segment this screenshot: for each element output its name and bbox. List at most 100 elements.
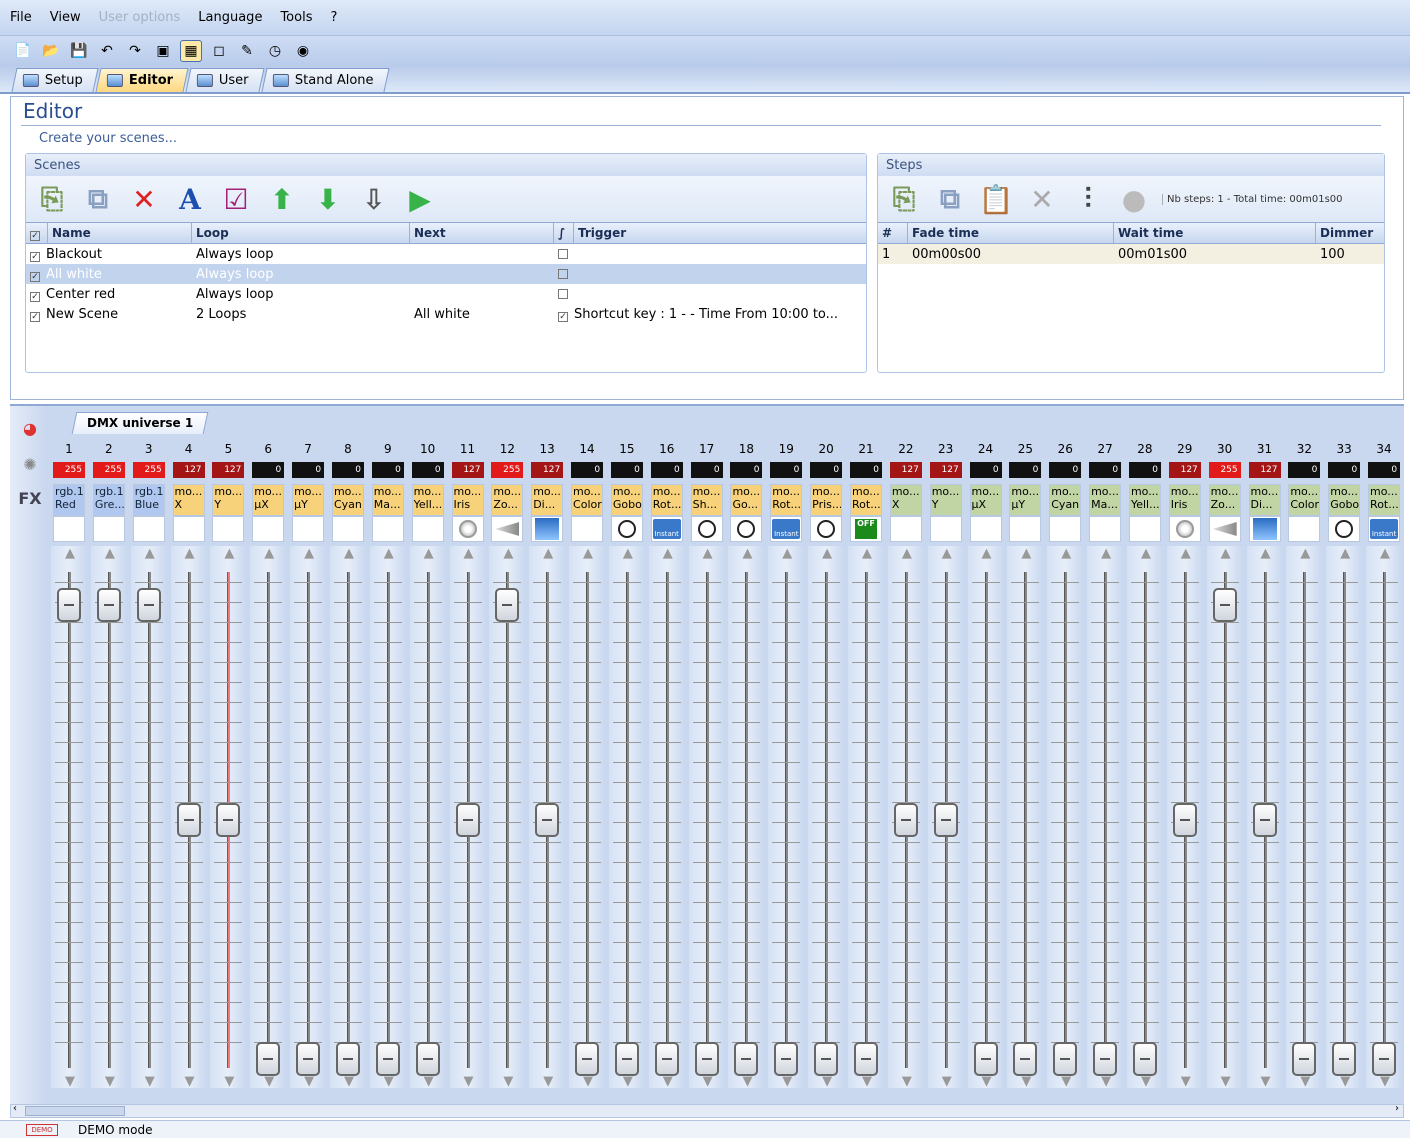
channel-label[interactable]: mo... Rot... [1368,484,1401,516]
fader-track[interactable]: ▲ ▼ [1087,546,1124,1089]
play-scene-icon[interactable]: ▶ [402,181,438,217]
channel-label[interactable]: mo... Sh... [690,484,723,516]
fader-down-icon[interactable]: ▼ [540,1074,556,1089]
fader-up-icon[interactable]: ▲ [1018,546,1034,561]
fader-up-icon[interactable]: ▲ [182,546,198,561]
channel-label[interactable]: mo... µX [252,484,285,516]
move-up-icon[interactable]: ⬆ [264,181,300,217]
fader-knob[interactable] [654,1042,679,1076]
fader-knob[interactable] [694,1042,719,1076]
horizontal-scrollbar[interactable]: ‹ › [10,1103,1404,1118]
channel-value[interactable]: 0 [770,462,803,478]
fader-down-icon[interactable]: ▼ [1337,1074,1353,1089]
fader-track[interactable]: ▲ ▼ [1126,546,1163,1089]
fader-up-icon[interactable]: ▲ [381,546,397,561]
channel-label[interactable]: mo... Rot... [650,484,683,516]
clock-icon[interactable]: ◷ [264,40,286,62]
channel-label[interactable]: mo... µY [1009,484,1042,516]
fader-track[interactable]: ▲ ▼ [569,546,606,1089]
tab-setup[interactable]: Setup [11,68,99,92]
fader-track[interactable]: ▲ ▼ [250,546,287,1089]
fader-down-icon[interactable]: ▼ [939,1074,955,1089]
channel-value[interactable]: 127 [172,462,205,478]
channel-value[interactable]: 255 [132,462,165,478]
channel-value[interactable]: 127 [1168,462,1201,478]
paste-step-icon[interactable]: 📋 [978,181,1014,217]
fader-track[interactable]: ▲ ▼ [51,546,87,1089]
channel-value[interactable]: 0 [292,462,325,478]
copy-step-icon[interactable]: ⧉ [932,181,968,217]
fader-track[interactable]: ▲ ▼ [1047,546,1084,1089]
fader-up-icon[interactable]: ▲ [1138,546,1154,561]
fader-track[interactable]: ▲ ▼ [409,546,446,1089]
channel-preset-box[interactable] [1288,516,1321,542]
channel-label[interactable]: mo... Color [571,484,604,516]
fader-track[interactable]: ▲ ▼ [90,546,127,1089]
fader-knob[interactable] [1212,587,1237,622]
fader-up-icon[interactable]: ▲ [221,546,237,561]
fader-knob[interactable] [1093,1042,1118,1076]
trigger-checkbox[interactable] [558,248,568,259]
fader-knob[interactable] [256,1042,281,1076]
channel-value[interactable]: 127 [212,462,245,478]
fader-knob[interactable] [216,803,241,837]
fader-up-icon[interactable]: ▲ [899,546,915,561]
channel-preset-box[interactable] [491,516,524,542]
fader-up-icon[interactable]: ▲ [1218,546,1234,561]
fader-down-icon[interactable]: ▼ [221,1074,237,1089]
channel-value[interactable]: 0 [1368,462,1401,478]
fader-track[interactable]: ▲ ▼ [329,546,366,1089]
fader-track[interactable]: ▲ ▼ [449,546,486,1089]
save-icon[interactable]: 💾 [68,40,90,62]
channel-value[interactable]: 0 [730,462,763,478]
channel-value[interactable]: 127 [889,462,922,478]
fader-down-icon[interactable]: ▼ [301,1074,317,1089]
fader-down-icon[interactable]: ▼ [182,1074,198,1089]
channel-value[interactable]: 0 [1288,462,1321,478]
channel-label[interactable]: mo... Zo... [491,484,524,516]
fader-up-icon[interactable]: ▲ [261,546,277,561]
channel-label[interactable]: mo... Di... [1248,484,1281,516]
export-scene-icon[interactable]: ⇩ [356,181,392,217]
channel-value[interactable]: 0 [610,462,643,478]
fader-up-icon[interactable]: ▲ [142,546,158,561]
fader-knob[interactable] [1013,1042,1038,1076]
channel-value[interactable]: 0 [371,462,404,478]
fader-down-icon[interactable]: ▼ [500,1074,516,1089]
channel-value[interactable]: 127 [1248,462,1281,478]
channel-preset-box[interactable] [132,516,165,542]
fader-knob[interactable] [375,1042,400,1076]
fader-knob[interactable] [614,1042,639,1076]
fader-knob[interactable] [575,1042,600,1076]
fader-knob[interactable] [495,587,520,622]
channel-label[interactable]: mo... Yell... [1128,484,1161,516]
fader-track[interactable]: ▲ ▼ [887,546,924,1089]
fader-track[interactable]: ▲ ▼ [608,546,645,1089]
fader-track[interactable]: ▲ ▼ [489,546,526,1089]
channel-preset-box[interactable] [1128,516,1161,542]
channel-label[interactable]: mo... µX [969,484,1002,516]
row-checkbox[interactable]: ✓ [30,251,40,262]
fader-up-icon[interactable]: ▲ [1297,546,1313,561]
open-icon[interactable]: 📂 [40,40,62,62]
screen-icon[interactable]: ▣ [152,40,174,62]
fader-down-icon[interactable]: ▼ [739,1074,755,1089]
fader-down-icon[interactable]: ▼ [1018,1074,1034,1089]
table-row-selected[interactable]: ✓ All white Always loop [26,264,866,284]
fader-up-icon[interactable]: ▲ [700,546,716,561]
fx-icon[interactable]: FX [18,486,42,510]
fader-track[interactable]: ▲ ▼ [1246,546,1283,1089]
col-fade-time[interactable]: Fade time [908,223,1114,243]
channel-preset-box[interactable] [411,516,444,542]
fader-down-icon[interactable]: ▼ [700,1074,716,1089]
channel-value[interactable]: 127 [451,462,484,478]
channel-preset-box[interactable] [610,516,643,542]
fader-knob[interactable] [1172,803,1197,837]
fader-knob[interactable] [933,803,958,837]
channel-preset-box[interactable] [92,516,125,542]
fader-up-icon[interactable]: ▲ [301,546,317,561]
channel-value[interactable]: 0 [411,462,444,478]
channel-preset-box[interactable] [889,516,922,542]
fader-down-icon[interactable]: ▼ [979,1074,995,1089]
channel-preset-box[interactable] [730,516,763,542]
